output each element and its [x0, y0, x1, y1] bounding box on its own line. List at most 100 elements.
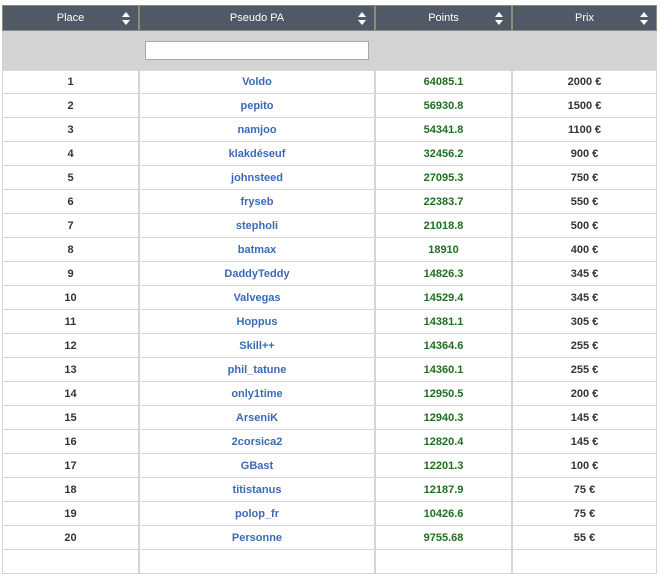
pseudo-link[interactable]: stepholi: [236, 220, 278, 232]
table-row: 3 namjoo 54341.8 1100 €: [2, 118, 657, 142]
points-cell: 14360.1: [375, 358, 512, 382]
pseudo-cell: Voldo: [139, 70, 375, 94]
place-cell: 14: [2, 382, 139, 406]
points-cell: 12950.5: [375, 382, 512, 406]
table-row: 8 batmax 18910 400 €: [2, 238, 657, 262]
pseudo-link[interactable]: namjoo: [237, 124, 276, 136]
filter-cell-pseudo: [139, 31, 375, 70]
pseudo-cell: titistanus: [139, 478, 375, 502]
pseudo-link[interactable]: ArseniK: [236, 412, 278, 424]
table-row: 14 only1time 12950.5 200 €: [2, 382, 657, 406]
points-cell: 32456.2: [375, 142, 512, 166]
prix-cell: 145 €: [512, 406, 657, 430]
place-cell: 2: [2, 94, 139, 118]
ranking-page: Place Pseudo PA Points Prix 1 Voldo 6408…: [0, 0, 661, 574]
place-cell: 19: [2, 502, 139, 526]
sort-arrows-icon[interactable]: [495, 12, 503, 25]
pseudo-link[interactable]: Hoppus: [237, 316, 278, 328]
pseudo-link[interactable]: only1time: [231, 388, 282, 400]
column-header-pseudo[interactable]: Pseudo PA: [139, 5, 375, 31]
pseudo-cell: polop_fr: [139, 502, 375, 526]
place-cell: 4: [2, 142, 139, 166]
table-row: 5 johnsteed 27095.3 750 €: [2, 166, 657, 190]
table-row: 10 Valvegas 14529.4 345 €: [2, 286, 657, 310]
prix-cell: 2000 €: [512, 70, 657, 94]
prix-cell: 1100 €: [512, 118, 657, 142]
points-cell: 21018.8: [375, 214, 512, 238]
pseudo-cell: johnsteed: [139, 166, 375, 190]
column-header-label: Pseudo PA: [229, 12, 285, 24]
pseudo-link[interactable]: pepito: [241, 100, 274, 112]
table-row: 11 Hoppus 14381.1 305 €: [2, 310, 657, 334]
points-cell: 10426.6: [375, 502, 512, 526]
place-cell: 7: [2, 214, 139, 238]
pseudo-link[interactable]: polop_fr: [235, 508, 279, 520]
sort-arrows-icon[interactable]: [640, 12, 648, 25]
table-row: 6 fryseb 22383.7 550 €: [2, 190, 657, 214]
filter-cell-empty: [2, 31, 139, 70]
pseudo-link[interactable]: Valvegas: [233, 292, 280, 304]
table-row: 9 DaddyTeddy 14826.3 345 €: [2, 262, 657, 286]
place-cell: 20: [2, 526, 139, 550]
pseudo-cell: klakdéseuf: [139, 142, 375, 166]
pseudo-cell: GBast: [139, 454, 375, 478]
column-header-label: Place: [56, 12, 85, 24]
pseudo-cell: stepholi: [139, 214, 375, 238]
pseudo-link[interactable]: batmax: [238, 244, 277, 256]
prix-cell: 400 €: [512, 238, 657, 262]
prix-cell: 145 €: [512, 430, 657, 454]
prix-cell: 900 €: [512, 142, 657, 166]
table-row: 17 GBast 12201.3 100 €: [2, 454, 657, 478]
table-row: 1 Voldo 64085.1 2000 €: [2, 70, 657, 94]
filter-cell-empty: [375, 31, 512, 70]
pseudo-cell: namjoo: [139, 118, 375, 142]
points-cell: 9755.68: [375, 526, 512, 550]
pseudo-cell: pepito: [139, 94, 375, 118]
points-cell: 14826.3: [375, 262, 512, 286]
prix-cell: 500 €: [512, 214, 657, 238]
prix-cell: 55 €: [512, 526, 657, 550]
prix-cell: 750 €: [512, 166, 657, 190]
prix-cell: 345 €: [512, 262, 657, 286]
points-cell: 14381.1: [375, 310, 512, 334]
points-cell: 64085.1: [375, 70, 512, 94]
points-cell: 14529.4: [375, 286, 512, 310]
pseudo-link[interactable]: johnsteed: [231, 172, 283, 184]
prix-cell: 75 €: [512, 478, 657, 502]
prix-cell: 1500 €: [512, 94, 657, 118]
place-cell: 9: [2, 262, 139, 286]
sort-arrows-icon[interactable]: [122, 12, 130, 25]
prix-cell: 200 €: [512, 382, 657, 406]
place-cell: 13: [2, 358, 139, 382]
table-row: 2 pepito 56930.8 1500 €: [2, 94, 657, 118]
pseudo-link[interactable]: GBast: [241, 460, 273, 472]
pseudo-link[interactable]: Voldo: [242, 76, 272, 88]
place-cell: 5: [2, 166, 139, 190]
pseudo-cell: DaddyTeddy: [139, 262, 375, 286]
table-row: 4 klakdéseuf 32456.2 900 €: [2, 142, 657, 166]
pseudo-link[interactable]: 2corsica2: [232, 436, 283, 448]
place-cell: 18: [2, 478, 139, 502]
pseudo-link[interactable]: phil_tatune: [228, 364, 287, 376]
pseudo-link[interactable]: DaddyTeddy: [224, 268, 289, 280]
table-row: 7 stepholi 21018.8 500 €: [2, 214, 657, 238]
sort-arrows-icon[interactable]: [358, 12, 366, 25]
pseudo-link[interactable]: fryseb: [240, 196, 273, 208]
table-row: 18 titistanus 12187.9 75 €: [2, 478, 657, 502]
prix-cell: 305 €: [512, 310, 657, 334]
column-header-prix[interactable]: Prix: [512, 5, 657, 31]
pseudo-filter-input[interactable]: [145, 41, 369, 60]
pseudo-cell: Skill++: [139, 334, 375, 358]
pseudo-cell: Hoppus: [139, 310, 375, 334]
points-cell: 54341.8: [375, 118, 512, 142]
points-cell: 12187.9: [375, 478, 512, 502]
pseudo-link[interactable]: Personne: [232, 532, 282, 544]
table-row: 20 Personne 9755.68 55 €: [2, 526, 657, 550]
column-header-place[interactable]: Place: [2, 5, 139, 31]
table-row: 12 Skill++ 14364.6 255 €: [2, 334, 657, 358]
pseudo-link[interactable]: Skill++: [239, 340, 274, 352]
pseudo-link[interactable]: titistanus: [233, 484, 282, 496]
pseudo-link[interactable]: klakdéseuf: [229, 148, 286, 160]
column-header-points[interactable]: Points: [375, 5, 512, 31]
pseudo-cell: 2corsica2: [139, 430, 375, 454]
